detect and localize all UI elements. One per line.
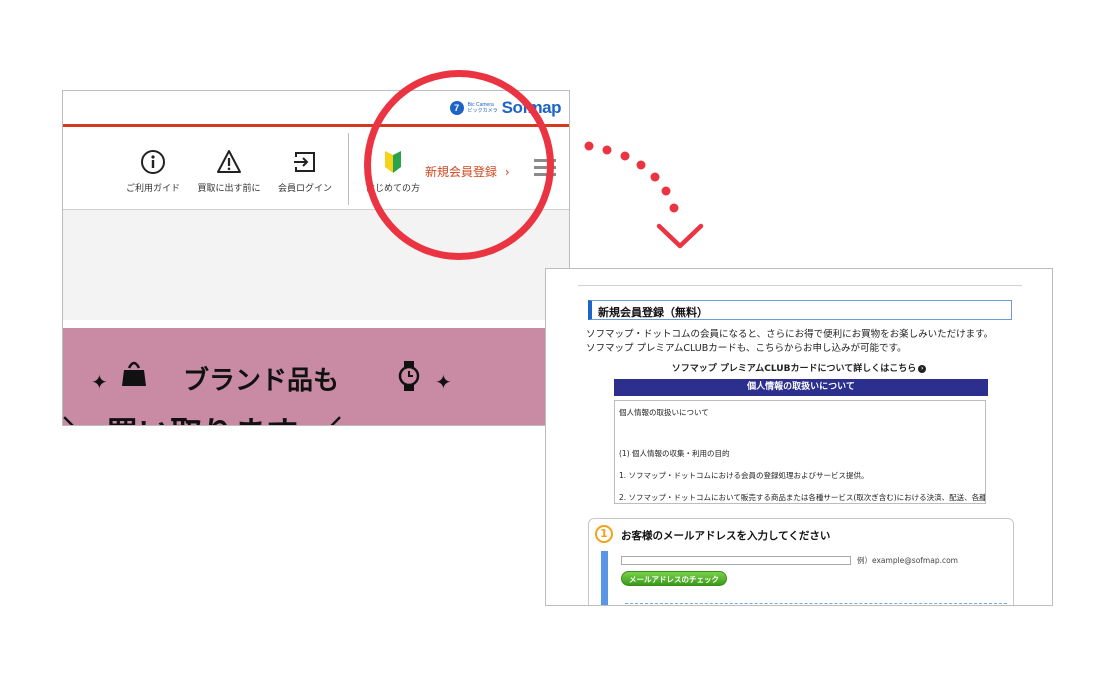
highlight-circle	[364, 70, 554, 260]
sparkle-icon: ✦	[435, 370, 452, 394]
nav-before-selling[interactable]: 買取に出す前に	[189, 149, 269, 194]
brand-buyback-banner[interactable]: ✦ ブランド品も ✦ ＼ 買い取ります ／	[63, 328, 569, 425]
step-title: お客様のメールアドレスを入力してください	[621, 530, 831, 542]
privacy-line: 個人情報の取扱いについて	[619, 408, 709, 417]
privacy-textarea[interactable]: 個人情報の取扱いについて (1) 個人情報の収集・利用の目的 1. ソフマップ・…	[614, 400, 986, 504]
top-divider	[578, 285, 1022, 286]
nav-member-login[interactable]: 会員ログイン	[265, 149, 345, 194]
privacy-line: 1. ソフマップ・ドットコムにおける会員の登録処理およびサービス提供。	[619, 471, 869, 480]
email-step-section: 1 お客様のメールアドレスを入力してください 例）example@sofmap.…	[588, 518, 1014, 605]
email-input[interactable]	[621, 556, 851, 565]
warning-icon	[217, 150, 241, 173]
dotted-arrow-icon	[584, 141, 704, 249]
check-email-button[interactable]: メールアドレスのチェック	[621, 571, 727, 586]
privacy-header: 個人情報の取扱いについて	[614, 379, 988, 396]
sparkle-icon: ✦	[91, 370, 108, 394]
premium-club-link[interactable]: ソフマップ プレミアムCLUBカードについて詳しくはこちら ›	[546, 361, 1052, 374]
handbag-icon	[122, 361, 146, 386]
banner-headline: ブランド品も	[183, 366, 340, 396]
privacy-line	[619, 429, 981, 437]
dashed-divider	[625, 603, 1007, 604]
banner-subline: ＼ 買い取ります ／	[63, 408, 341, 425]
nav-member-login-label: 会員ログイン	[277, 184, 332, 194]
nav-divider	[348, 133, 349, 205]
login-icon	[294, 152, 315, 172]
circle-arrow-right-icon: ›	[918, 364, 927, 373]
intro-text-1: ソフマップ・ドットコムの会員になると、さらにお得で便利にお買物をお楽しみいただけ…	[586, 329, 994, 340]
nav-usage-guide[interactable]: ご利用ガイド	[113, 149, 193, 194]
nav-before-selling-label: 買取に出す前に	[197, 184, 261, 194]
email-example: 例）example@sofmap.com	[857, 556, 958, 565]
step-number-badge: 1	[595, 525, 613, 543]
registration-page-screenshot: 新規会員登録（無料） ソフマップ・ドットコムの会員になると、さらにお得で便利にお…	[545, 268, 1053, 606]
intro-text-2: ソフマップ プレミアムCLUBカードも、こちらからお申し込みが可能です。	[586, 343, 907, 354]
info-icon	[141, 150, 165, 174]
privacy-line: 2. ソフマップ・ドットコムにおいて販売する商品または各種サービス(取次ぎ含む)…	[619, 493, 986, 502]
privacy-line: (1) 個人情報の収集・利用の目的	[619, 449, 730, 458]
premium-club-link-label: ソフマップ プレミアムCLUBカードについて詳しくはこちら	[671, 364, 917, 374]
step-accent-bar	[601, 551, 608, 605]
page-title: 新規会員登録（無料）	[588, 300, 1012, 320]
resize-handle-icon[interactable]	[976, 494, 983, 501]
nav-usage-guide-label: ご利用ガイド	[125, 184, 180, 194]
watch-icon	[398, 361, 420, 391]
